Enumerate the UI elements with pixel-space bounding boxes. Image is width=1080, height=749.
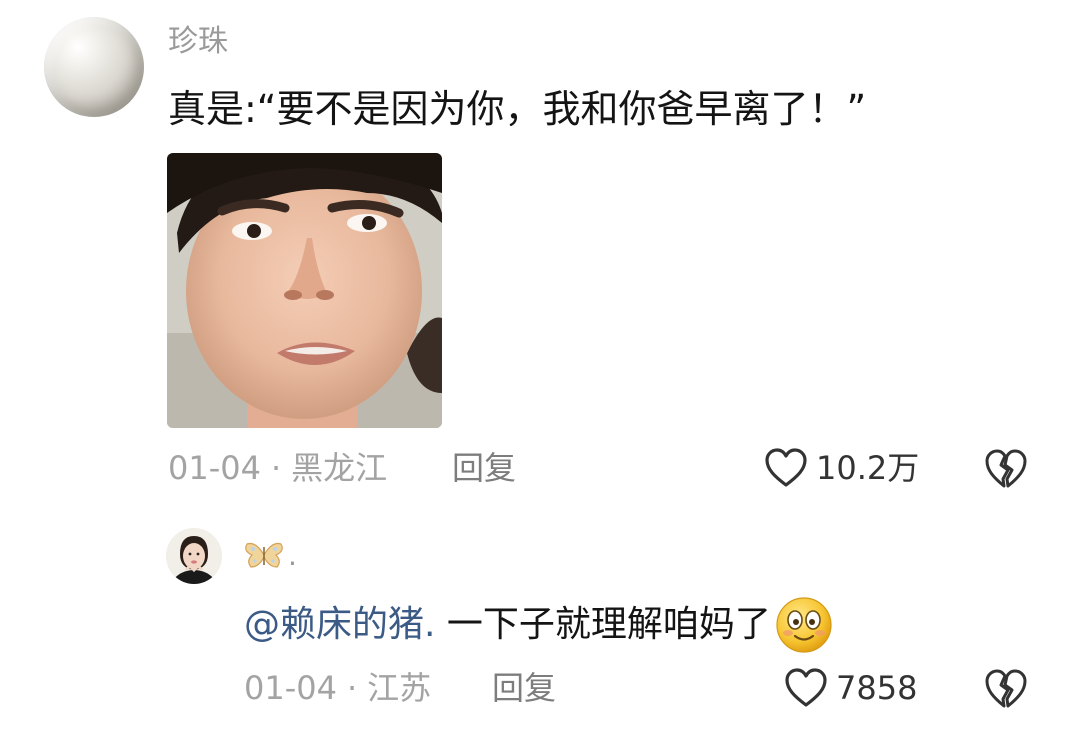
reply-dislike-button[interactable]	[984, 666, 1028, 710]
mention-link[interactable]: @赖床的猪.	[244, 600, 435, 650]
reply-text: @赖床的猪. 一下子就理解咱妈了	[244, 596, 833, 654]
reply-username[interactable]: .	[244, 535, 297, 575]
broken-heart-icon	[985, 669, 1027, 708]
heart-outline-icon	[765, 448, 807, 487]
comment-like-count: 10.2万	[816, 449, 920, 487]
comment-text: 真是:“要不是因为你，我和你爸早离了！”	[168, 87, 867, 131]
commenter-username[interactable]: 珍珠	[168, 24, 228, 60]
reply-reply-button[interactable]: 回复	[492, 668, 556, 708]
broken-heart-icon	[985, 449, 1027, 488]
reply-like-button[interactable]: 7858	[784, 666, 917, 710]
smiling-face-emoji	[776, 597, 832, 653]
comment-like-button[interactable]: 10.2万	[764, 446, 919, 490]
reply-username-suffix: .	[288, 538, 297, 572]
meta-separator: ·	[346, 669, 358, 707]
comment-meta: 01-04 · 黑龙江	[168, 448, 387, 488]
reply-avatar[interactable]	[166, 528, 222, 584]
reply-body: 一下子就理解咱妈了	[435, 604, 771, 645]
heart-outline-icon	[785, 668, 827, 707]
commenter-avatar[interactable]	[44, 17, 144, 117]
comment-image[interactable]	[167, 153, 442, 428]
comment-dislike-button[interactable]	[984, 446, 1028, 490]
comment-location: 黑龙江	[291, 449, 388, 487]
reply-location: 江苏	[367, 669, 432, 707]
reply-like-count: 7858	[836, 669, 918, 707]
comment-reply-button[interactable]: 回复	[452, 448, 516, 488]
comment-date: 01-04	[168, 449, 261, 487]
reply-meta: 01-04 · 江苏	[244, 668, 431, 708]
meta-separator: ·	[270, 449, 282, 487]
butterfly-icon	[245, 542, 283, 568]
reply-date: 01-04	[244, 669, 337, 707]
